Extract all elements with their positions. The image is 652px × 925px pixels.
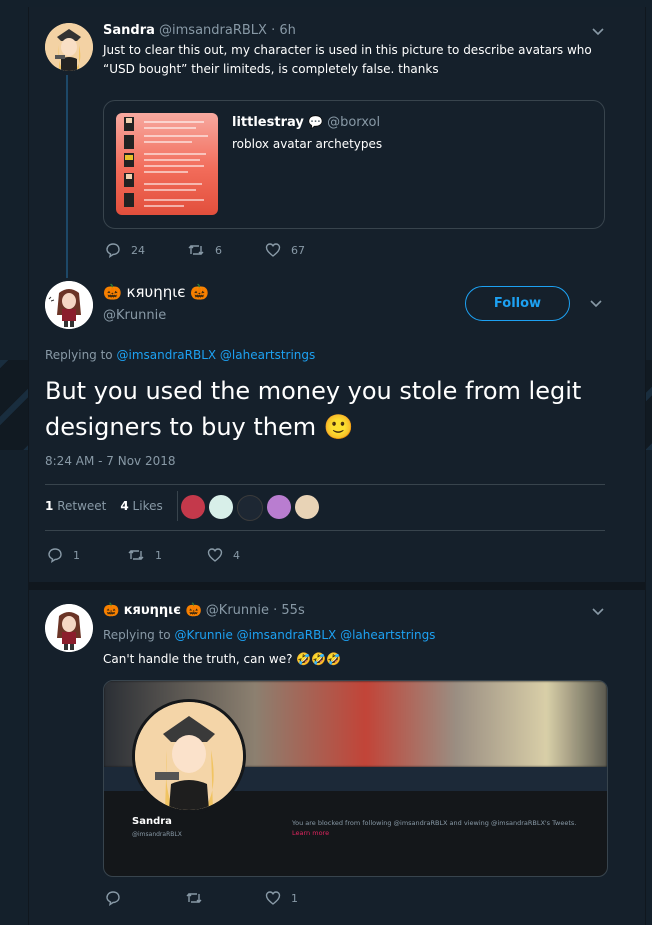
- divider: [45, 484, 605, 485]
- replying-prefix: Replying to: [103, 628, 171, 642]
- krunnie-avatar[interactable]: [45, 604, 93, 652]
- reply-action[interactable]: 24: [105, 242, 145, 258]
- section-separator: [29, 582, 645, 590]
- reply-action[interactable]: [105, 890, 131, 906]
- main-handle[interactable]: @Krunnie: [103, 308, 166, 323]
- liker-avatar[interactable]: [267, 495, 291, 519]
- divider: [177, 491, 178, 521]
- tweet-text: Just to clear this out, my character is …: [103, 43, 592, 76]
- quoted-tweet[interactable]: littlestray 💬 @borxol roblox avatar arch…: [103, 100, 605, 229]
- retweet-count: 1: [155, 548, 162, 562]
- retweet-count: 6: [215, 243, 222, 257]
- liker-avatar[interactable]: [295, 495, 319, 519]
- retweets-stat[interactable]: 1 Retweet: [45, 499, 106, 513]
- heart-icon: [265, 243, 281, 257]
- tweet-time[interactable]: · 6h: [271, 23, 296, 38]
- reply-icon: [106, 243, 120, 258]
- replying-users[interactable]: @imsandraRBLX @laheartstrings: [116, 348, 315, 362]
- replying-to: Replying to @imsandraRBLX @laheartstring…: [45, 348, 315, 362]
- liker-avatars: [181, 495, 319, 521]
- learn-more-link: Learn more: [292, 829, 330, 837]
- tweet-timestamp[interactable]: 8:24 AM - 7 Nov 2018: [45, 454, 176, 468]
- card-profile-name: Sandra: [132, 816, 172, 827]
- replying-to: Replying to @Krunnie @imsandraRBLX @lahe…: [103, 628, 435, 642]
- reply-handle[interactable]: @Krunnie: [206, 603, 269, 618]
- sandra-handle[interactable]: @imsandraRBLX: [159, 23, 267, 38]
- engagement-stats: 1 Retweet 4 Likes: [45, 499, 163, 513]
- replying-prefix: Replying to: [45, 348, 113, 362]
- like-action[interactable]: 67: [265, 242, 305, 258]
- retweet-action[interactable]: 1: [127, 547, 162, 563]
- sandra-display-name[interactable]: Sandra: [103, 23, 155, 38]
- blocked-notice: You are blocked from following @imsandra…: [292, 819, 577, 827]
- liker-avatar[interactable]: [237, 495, 263, 521]
- like-count: 1: [291, 891, 298, 905]
- reply-count: 1: [73, 548, 80, 562]
- krunnie-avatar[interactable]: [45, 281, 93, 329]
- conversation-panel: Sandra @imsandraRBLX · 6h Just to clear …: [28, 7, 646, 925]
- liker-avatar[interactable]: [209, 495, 233, 519]
- retweet-action[interactable]: [185, 890, 213, 906]
- reply-icon: [48, 548, 62, 563]
- like-count: 67: [291, 243, 305, 257]
- chevron-down-icon[interactable]: [591, 605, 605, 619]
- speech-bubble-icon: 💬: [307, 115, 323, 129]
- divider: [45, 530, 605, 531]
- retweet-action[interactable]: 6: [187, 242, 222, 258]
- quoted-tweet-image: [116, 113, 218, 215]
- quoted-text: roblox avatar archetypes: [232, 137, 383, 151]
- reply-action[interactable]: 1: [47, 547, 80, 563]
- heart-icon: [207, 548, 223, 562]
- chevron-down-icon[interactable]: [591, 25, 605, 39]
- card-profile-handle: @imsandraRBLX: [132, 831, 182, 838]
- reply-display-name[interactable]: 🎃 кяυηηιє 🎃: [103, 603, 202, 618]
- like-action[interactable]: 1: [265, 890, 298, 906]
- reply-count: 24: [131, 243, 145, 257]
- main-tweet-text: But you used the money you stole from le…: [45, 377, 582, 441]
- reply-text: Can't handle the truth, can we? 🤣🤣🤣: [103, 652, 342, 666]
- sandra-profile-avatar: [132, 699, 246, 813]
- retweet-icon: [188, 245, 204, 255]
- like-action[interactable]: 4: [207, 547, 240, 563]
- sandra-avatar[interactable]: [45, 23, 93, 71]
- quoted-handle: @borxol: [327, 115, 381, 130]
- retweet-icon: [128, 550, 144, 560]
- quoted-display-name: littlestray: [232, 115, 304, 130]
- follow-button[interactable]: Follow: [465, 286, 570, 321]
- retweet-icon: [186, 893, 202, 903]
- main-display-name[interactable]: 🎃 кяυηηιє 🎃: [103, 283, 209, 301]
- thread-connector-line: [66, 75, 68, 278]
- heart-icon: [265, 891, 281, 905]
- reply-time[interactable]: · 55s: [273, 603, 305, 618]
- liker-avatar[interactable]: [181, 495, 205, 519]
- likes-stat[interactable]: 4 Likes: [120, 499, 162, 513]
- attached-image[interactable]: Sandra @imsandraRBLX You are blocked fro…: [103, 680, 608, 877]
- reply-icon: [106, 891, 120, 906]
- chevron-down-icon[interactable]: [589, 297, 603, 311]
- replying-users[interactable]: @Krunnie @imsandraRBLX @laheartstrings: [174, 628, 435, 642]
- like-count: 4: [233, 548, 240, 562]
